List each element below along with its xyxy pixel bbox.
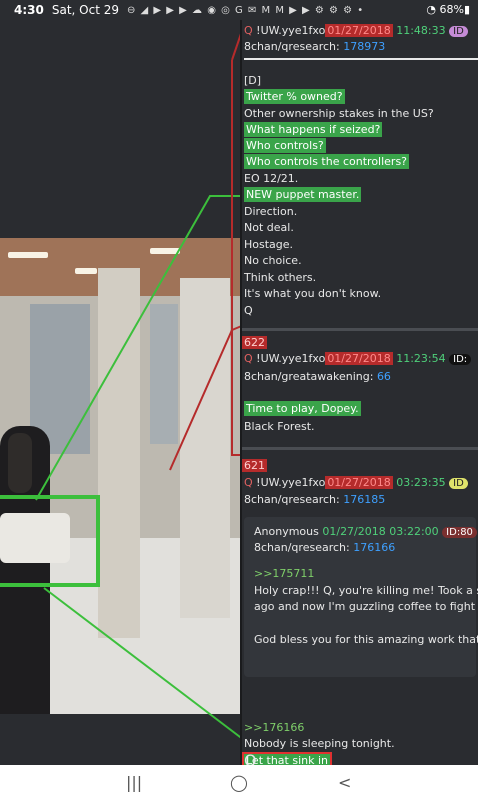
board-name: 8chan/qresearch: — [254, 541, 350, 554]
post-line: Who controls the controllers? — [244, 154, 410, 169]
status-time: 4:30 — [14, 3, 44, 17]
battery-indicator: ◔ 68%▮ — [426, 3, 470, 16]
q-label: Q — [244, 476, 253, 489]
quote-board-ref: 8chan/qresearch: 176166 — [254, 541, 395, 554]
board-ref: 8chan/greatawakening: 66 — [244, 370, 391, 383]
post-line: EO 12/21. — [244, 172, 299, 185]
post-line: Time to play, Dopey. — [244, 401, 361, 416]
drop-number: 621 — [242, 459, 267, 472]
reply-ref[interactable]: >>176166 — [244, 721, 304, 734]
highlighted-text: What happens if seized? — [244, 122, 383, 137]
post-line: NEW puppet master. — [244, 187, 362, 202]
status-date: Sat, Oct 29 — [51, 3, 119, 17]
highlighted-text: NEW puppet master. — [244, 187, 362, 202]
post-time: 11:48:33 — [396, 24, 446, 37]
post-separator — [242, 328, 478, 331]
post-line: Not deal. — [244, 221, 294, 234]
tripcode: !UW.yye1fxo — [256, 476, 326, 489]
ceiling-light — [8, 252, 48, 258]
post-line: Black Forest. — [244, 420, 315, 433]
status-bar: 4:30 Sat, Oct 29 ⊖ ◢ ▶ ▶ ▶ ☁ ◉ ◎ G ✉ M M… — [0, 0, 478, 20]
system-nav-bar: ||| ◯ < — [0, 765, 478, 800]
post-line: Think others. — [244, 271, 317, 284]
ceiling-light — [150, 248, 180, 254]
highlighted-text: Twitter % owned? — [244, 89, 345, 104]
q-post: 622 Q !UW.yye1fxo 01/27/2018 11:23:54 ID:… — [242, 334, 478, 444]
drop-number: 622 — [242, 336, 267, 349]
green-highlight-box — [0, 495, 100, 587]
post-time: 03:23:35 — [396, 476, 446, 489]
id-badge: ID — [449, 26, 468, 37]
post-date: 01/27/2018 — [325, 352, 393, 365]
highlighted-text: Who controls? — [244, 138, 326, 153]
ceiling-light — [75, 268, 97, 274]
quote-line: ago and now I'm guzzling coffee to fight… — [254, 600, 478, 613]
battery-percent: 68% — [439, 3, 464, 16]
battery-icon: ▮ — [463, 3, 470, 16]
post-date: 01/27/2018 — [325, 24, 393, 37]
post-line: Nobody is sleeping tonight. — [244, 737, 395, 750]
board-post-link[interactable]: 176185 — [343, 493, 385, 506]
photo-column — [98, 268, 140, 638]
q-post: 621 Q !UW.yye1fxo 01/27/2018 03:23:35 ID … — [241, 453, 478, 769]
tripcode: !UW.yye1fxo — [256, 352, 326, 365]
quote-line: God bless you for this amazing work that — [254, 633, 478, 646]
post-date: 01/27/2018 — [325, 476, 393, 489]
id-badge: ID: — [449, 354, 472, 365]
post-header: Q !UW.yye1fxo 01/27/2018 11:48:33 ID — [244, 24, 468, 37]
id-badge: ID:80 — [442, 527, 477, 538]
lobby-photo — [0, 238, 240, 714]
board-name: 8chan/qresearch: — [244, 40, 340, 53]
quote-header: Anonymous 01/27/2018 03:22:00 ID:80 — [254, 525, 477, 538]
post-separator — [242, 447, 478, 450]
post-line: It's what you don't know. — [244, 287, 382, 300]
highlighted-text: Time to play, Dopey. — [244, 401, 361, 416]
board-post-link[interactable]: 178973 — [343, 40, 385, 53]
board-post-link[interactable]: 176166 — [353, 541, 395, 554]
wifi-icon: ◔ — [426, 3, 440, 16]
q-label: Q — [244, 24, 253, 37]
board-post-link[interactable]: 66 — [377, 370, 391, 383]
reply-ref[interactable]: >>175711 — [254, 567, 314, 580]
recent-apps-button[interactable]: ||| — [126, 773, 142, 792]
post-header: Q !UW.yye1fxo 01/27/2018 11:23:54 ID: — [244, 352, 472, 365]
post-line: Other ownership stakes in the US? — [244, 107, 434, 120]
photo-person-background — [8, 433, 32, 493]
quote-datetime: 01/27/2018 03:22:00 — [322, 525, 439, 538]
post-line: [D] — [244, 74, 262, 87]
post-line: What happens if seized? — [244, 122, 383, 137]
photo-column — [180, 278, 230, 618]
post-line: Who controls? — [244, 138, 326, 153]
board-ref: 8chan/qresearch: 176185 — [244, 493, 385, 506]
home-button[interactable]: ◯ — [230, 773, 248, 792]
divider — [244, 58, 478, 60]
post-header: Q !UW.yye1fxo 01/27/2018 03:23:35 ID — [244, 476, 468, 489]
highlighted-text: Who controls the controllers? — [244, 154, 410, 169]
post-time: 11:23:54 — [396, 352, 446, 365]
q-post: Q !UW.yye1fxo 01/27/2018 11:48:33 ID 8cha… — [242, 20, 478, 340]
quote-line: Holy crap!!! Q, you're killing me! Took … — [254, 584, 478, 597]
board-ref: 8chan/qresearch: 178973 — [244, 40, 385, 53]
quoted-post: Anonymous 01/27/2018 03:22:00 ID:80 8cha… — [244, 517, 478, 677]
post-line: Twitter % owned? — [244, 89, 345, 104]
post-line: Hostage. — [244, 238, 294, 251]
back-button[interactable]: < — [338, 773, 351, 792]
post-line: Direction. — [244, 205, 298, 218]
board-name: 8chan/qresearch: — [244, 493, 340, 506]
quote-author: Anonymous — [254, 525, 319, 538]
photo-window — [150, 304, 178, 444]
notification-icons: ⊖ ◢ ▶ ▶ ▶ ☁ ◉ ◎ G ✉ M M ▶ ▶ ⚙ ⚙ ⚙ • — [127, 4, 365, 16]
post-line: No choice. — [244, 254, 302, 267]
board-name: 8chan/greatawakening: — [244, 370, 374, 383]
post-line: Q — [244, 304, 253, 317]
drop-panel[interactable]: Q !UW.yye1fxo 01/27/2018 11:48:33 ID 8cha… — [240, 20, 478, 770]
tripcode: !UW.yye1fxo — [256, 24, 326, 37]
q-label: Q — [244, 352, 253, 365]
id-badge: ID — [449, 478, 468, 489]
